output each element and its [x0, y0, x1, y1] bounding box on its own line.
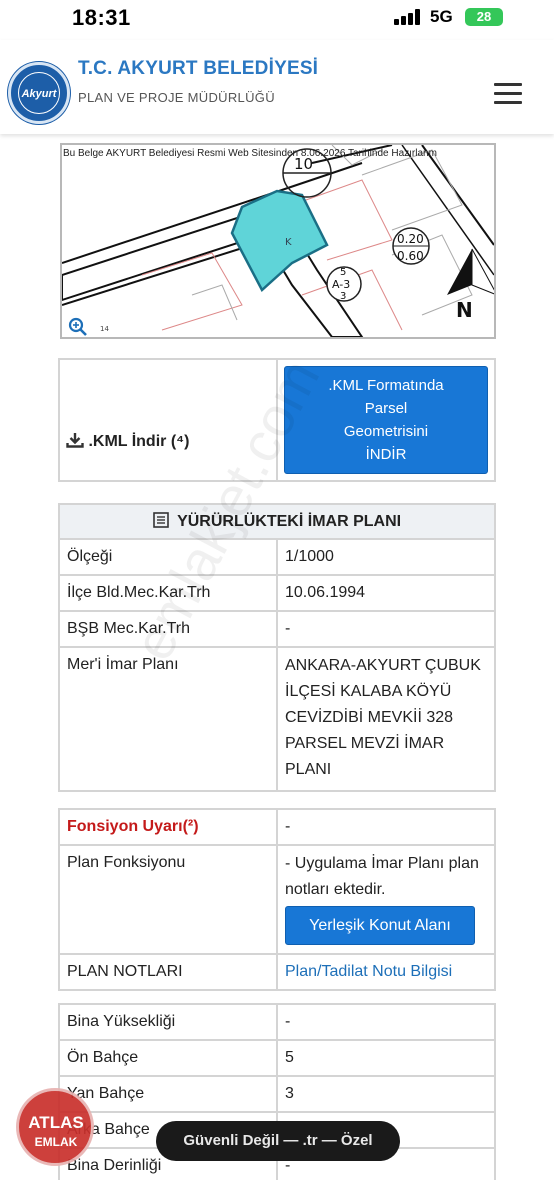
plan-notes-link[interactable]: Plan/Tadilat Notu Bilgisi — [276, 953, 496, 991]
row-value: ANKARA-AKYURT ÇUBUK İLÇESİ KALABA KÖYÜ C… — [276, 646, 496, 792]
kml-download-button[interactable]: .KML Formatında Parsel Geometrisini İNDİ… — [284, 366, 488, 474]
zoom-icon[interactable] — [68, 317, 88, 337]
row-label: İlçe Bld.Mec.Kar.Trh — [58, 574, 278, 612]
atlas-emlak-logo: ATLAS EMLAK — [16, 1088, 94, 1166]
table-row: BŞB Mec.Kar.Trh - — [58, 610, 496, 648]
residential-area-button[interactable]: Yerleşik Konut Alanı — [285, 906, 475, 945]
kml-button-line2: Parsel — [364, 400, 408, 417]
parcel-map[interactable]: K 10 0.20 0.60 5 A-3 3 N 14 Bu Belge AKY… — [60, 143, 496, 339]
kml-download-cell[interactable]: .KML İndir (⁴) — [58, 358, 278, 482]
battery-icon: 28 — [465, 8, 503, 26]
network-type: 5G — [430, 7, 453, 26]
zoning-plan-title: YÜRÜRLÜKTEKİ İMAR PLANI — [177, 513, 402, 530]
logo-brand-line2: EMLAK — [34, 1135, 78, 1149]
map-canvas: K 10 0.20 0.60 5 A-3 3 N 14 — [62, 145, 494, 337]
function-warning-label: Fonsiyon Uyarı(²) — [58, 808, 278, 846]
table-row: Bina Yüksekliği - — [58, 1003, 496, 1041]
map-label-a3-mid: A-3 — [332, 278, 350, 291]
kml-button-cell: .KML Formatında Parsel Geometrisini İNDİ… — [276, 358, 496, 482]
map-label-ratio-top: 0.20 — [397, 232, 424, 246]
table-row: Mer'i İmar Planı ANKARA-AKYURT ÇUBUK İLÇ… — [58, 646, 496, 792]
municipality-logo[interactable]: Akyurt — [8, 62, 70, 124]
row-label: Ön Bahçe — [58, 1039, 278, 1077]
row-label: Bina Yüksekliği — [58, 1003, 278, 1041]
map-caption: Bu Belge AKYURT Belediyesi Resmi Web Sit… — [63, 148, 437, 159]
map-label-k: K — [285, 237, 292, 248]
site-header: Akyurt T.C. AKYURT BELEDİYESİ PLAN VE PR… — [0, 40, 554, 134]
kml-download-table: .KML İndir (⁴) .KML Formatında Parsel Ge… — [58, 358, 496, 482]
table-row: İlçe Bld.Mec.Kar.Trh 10.06.1994 — [58, 574, 496, 612]
row-value: 10.06.1994 — [276, 574, 496, 612]
row-label: Mer'i İmar Planı — [58, 646, 278, 792]
status-bar: 18:31 5G 28 — [0, 0, 554, 40]
map-label-a3-top: 5 — [340, 267, 346, 278]
table-row: Plan Fonksiyonu - Uygulama İmar Planı pl… — [58, 844, 496, 955]
plan-function-label: Plan Fonksiyonu — [58, 844, 278, 955]
table-row: Ön Bahçe 5 — [58, 1039, 496, 1077]
org-subtitle: PLAN VE PROJE MÜDÜRLÜĞÜ — [78, 90, 275, 105]
row-value: - — [276, 610, 496, 648]
map-label-ratio-bottom: 0.60 — [397, 249, 424, 263]
hamburger-menu-icon[interactable] — [494, 83, 524, 105]
row-label: Ölçeği — [58, 538, 278, 576]
table-row: PLAN NOTLARI Plan/Tadilat Notu Bilgisi — [58, 953, 496, 991]
kml-button-line3: Geometrisini — [343, 423, 429, 440]
download-icon — [66, 433, 84, 448]
battery-level: 28 — [476, 9, 492, 24]
north-label: N — [456, 298, 473, 322]
row-value: 3 — [276, 1075, 496, 1113]
signal-icon — [394, 9, 422, 25]
row-value: 5 — [276, 1039, 496, 1077]
function-table: Fonsiyon Uyarı(²) - Plan Fonksiyonu - Uy… — [58, 808, 496, 991]
row-label: Yan Bahçe — [58, 1075, 278, 1113]
map-label-14: 14 — [100, 325, 109, 333]
row-label: BŞB Mec.Kar.Trh — [58, 610, 278, 648]
kml-button-line4: İNDİR — [365, 446, 407, 463]
status-time: 18:31 — [72, 5, 131, 30]
row-value: - — [276, 1003, 496, 1041]
plan-notes-label: PLAN NOTLARI — [58, 953, 278, 991]
table-row: Ölçeği 1/1000 — [58, 538, 496, 576]
plan-function-cell: - Uygulama İmar Planı plan notları ekted… — [276, 844, 496, 955]
browser-url-bar[interactable]: Güvenli Değil — .tr — Özel — [156, 1121, 400, 1161]
list-icon — [153, 512, 169, 528]
org-title[interactable]: T.C. AKYURT BELEDİYESİ — [78, 58, 318, 80]
kml-button-line1: .KML Formatında — [328, 377, 444, 394]
zoning-plan-heading: YÜRÜRLÜKTEKİ İMAR PLANI — [58, 503, 496, 540]
row-value: 1/1000 — [276, 538, 496, 576]
logo-text: Akyurt — [18, 72, 60, 114]
function-warning-value: - — [276, 808, 496, 846]
kml-download-label[interactable]: .KML İndir (⁴) — [88, 433, 189, 450]
logo-brand-line1: ATLAS — [28, 1113, 84, 1132]
table-row: Yan Bahçe 3 — [58, 1075, 496, 1113]
plan-function-note: - Uygulama İmar Planı plan notları ekted… — [285, 855, 479, 898]
zoning-plan-table: YÜRÜRLÜKTEKİ İMAR PLANI Ölçeği 1/1000 İl… — [58, 503, 496, 792]
table-row: Fonsiyon Uyarı(²) - — [58, 808, 496, 846]
map-label-a3-bottom: 3 — [340, 291, 346, 302]
